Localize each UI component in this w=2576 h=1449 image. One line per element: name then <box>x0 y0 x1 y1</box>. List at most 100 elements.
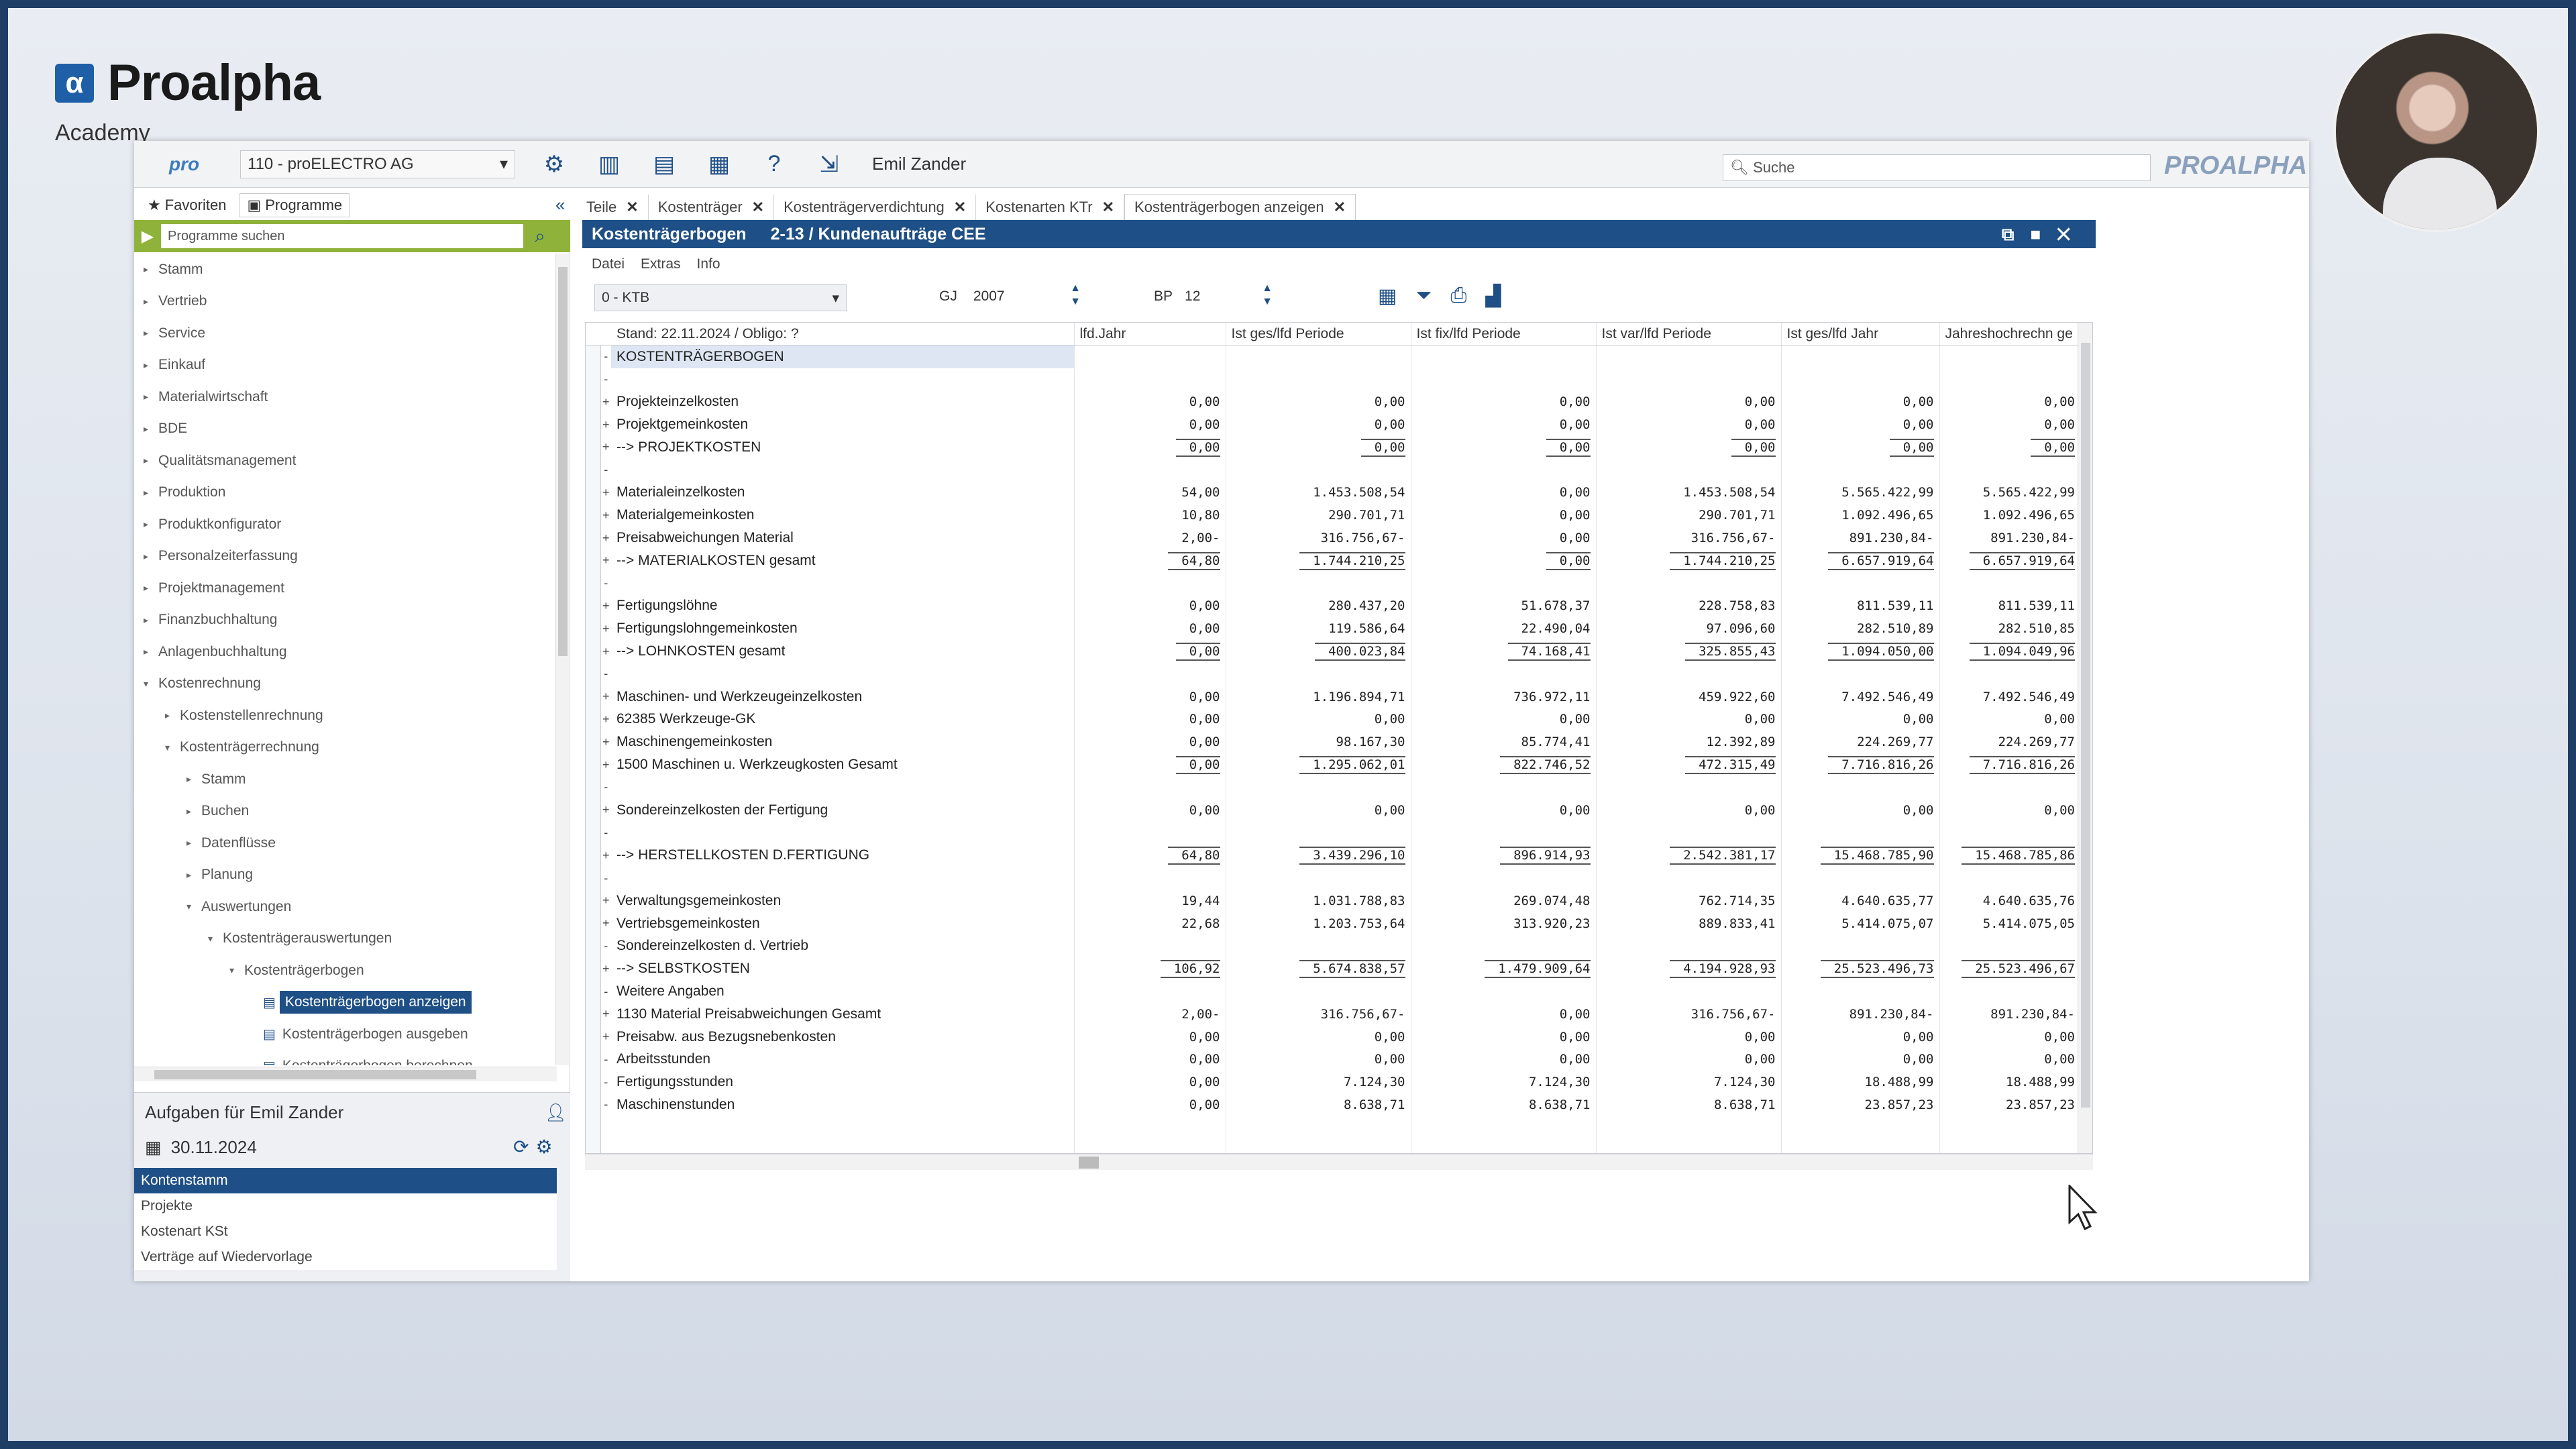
maximize-icon[interactable]: ■ <box>2030 224 2057 244</box>
table-row[interactable]: + Verwaltungsgemeinkosten 19,44 1.031.788,8… <box>586 889 2080 912</box>
tree-item[interactable]: ▾ Kostenträgerbogen <box>134 955 557 987</box>
close-icon[interactable]: ✕ <box>1102 199 1114 216</box>
table-row[interactable]: - <box>586 821 2080 845</box>
row-header[interactable] <box>586 1048 601 1071</box>
close-icon[interactable]: ✕ <box>954 199 966 216</box>
table-row[interactable]: + Fertigungslohngemeinkosten 0,00 119.586,6… <box>586 617 2080 641</box>
row-header[interactable] <box>586 708 601 731</box>
print-icon[interactable]: ⎙ <box>1450 284 1466 308</box>
table-row[interactable]: + 62385 Werkzeuge-GK 0,00 0,00 0,00 0,00 0,00… <box>586 708 2080 731</box>
tree-item[interactable]: ▸ Personalzeiterfassung <box>134 541 557 573</box>
chevron-right-icon[interactable]: ▸ <box>144 551 156 562</box>
collapse-icon[interactable]: - <box>600 459 611 482</box>
global-search-input[interactable]: 🔍︎ Suche <box>1723 154 2151 181</box>
table-row[interactable]: + Sondereinzelkosten der Fertigung 0,00 0,0… <box>586 798 2080 822</box>
row-header[interactable] <box>586 753 601 776</box>
expand-icon[interactable]: + <box>600 686 611 708</box>
restore-icon[interactable]: ⧉ <box>2002 224 2031 244</box>
chevron-right-icon[interactable]: ▸ <box>144 582 156 594</box>
chart-icon[interactable]: ▟ <box>1485 284 1501 308</box>
row-header[interactable] <box>586 980 601 1003</box>
row-header[interactable] <box>586 1002 601 1026</box>
tab-teile[interactable]: Teile ✕ <box>577 195 649 220</box>
window-layout-icon[interactable]: ▤ <box>648 148 680 180</box>
task-list-item[interactable]: Projekte <box>134 1193 557 1219</box>
chevron-right-icon[interactable]: ▸ <box>144 646 156 657</box>
panel-layout-icon[interactable]: ▥ <box>593 148 625 180</box>
row-header[interactable] <box>586 1093 601 1116</box>
collapse-icon[interactable]: - <box>600 867 611 890</box>
row-header[interactable] <box>586 481 601 504</box>
table-row[interactable]: + Preisabw. aus Bezugsnebenkosten 0,00 0,00… <box>586 1025 2080 1049</box>
arrow-down-icon[interactable]: ▼ <box>1067 295 1084 309</box>
collapse-icon[interactable]: - <box>600 368 611 391</box>
row-header[interactable] <box>586 912 601 935</box>
arrow-up-icon[interactable]: ▲ <box>1067 282 1084 295</box>
tree-horizontal-scrollbar[interactable] <box>134 1067 557 1081</box>
chevron-right-icon[interactable]: ▸ <box>186 773 199 785</box>
table-row[interactable]: + Materialgemeinkosten 10,80 290.701,71 0,00… <box>586 504 2080 527</box>
expand-icon[interactable]: + <box>600 912 611 935</box>
tree-item[interactable]: ▾ Auswertungen <box>134 891 557 923</box>
tree-item[interactable]: ▤ Kostenträgerbogen ausgeben <box>134 1018 557 1051</box>
tree-item[interactable]: ▸ Datenflüsse <box>134 827 557 859</box>
row-header[interactable] <box>586 731 601 754</box>
chevron-right-icon[interactable]: ▸ <box>144 423 156 435</box>
collapse-icon[interactable]: - <box>600 663 611 686</box>
column-header[interactable]: Jahreshochrechn ge <box>1939 323 2080 346</box>
table-row[interactable]: - Sondereinzelkosten d. Vertrieb <box>586 934 2080 958</box>
table-row[interactable]: + --> MATERIALKOSTEN gesamt 64,80 1.744.210… <box>586 549 2080 572</box>
expand-icon[interactable]: + <box>600 844 611 867</box>
bp-field[interactable]: BP 12 <box>1154 288 1200 305</box>
tree-item[interactable]: ▸ Kostenstellenrechnung <box>134 700 557 732</box>
calendar-icon[interactable]: ▦ <box>145 1137 162 1158</box>
tab-kostentraegerverdichtung[interactable]: Kostenträgerverdichtung ✕ <box>774 195 977 220</box>
tab-kostentraeger[interactable]: Kostenträger ✕ <box>649 195 775 220</box>
tree-item[interactable]: ▸ Produktion <box>134 477 557 509</box>
chevron-right-icon[interactable]: ▸ <box>144 391 156 402</box>
filter-icon[interactable]: ⏷ <box>1415 284 1432 308</box>
row-header[interactable] <box>586 1025 601 1049</box>
expand-icon[interactable]: + <box>600 1003 611 1026</box>
chevron-right-icon[interactable]: ▸ <box>144 296 156 307</box>
collapse-icon[interactable]: - <box>600 345 611 368</box>
expand-icon[interactable]: + <box>600 504 611 527</box>
row-header[interactable] <box>586 617 601 641</box>
tree-item[interactable]: ▸ Stamm <box>134 763 557 796</box>
chevron-right-icon[interactable]: ▸ <box>144 327 156 339</box>
expand-icon[interactable]: + <box>600 549 611 572</box>
row-header[interactable] <box>586 572 601 595</box>
tree-item[interactable]: ▸ Anlagenbuchhaltung <box>134 636 557 668</box>
table-row[interactable]: - <box>586 368 2080 391</box>
row-header[interactable] <box>586 1116 601 1139</box>
tree-item[interactable]: ▸ Einkauf <box>134 350 557 382</box>
row-header[interactable] <box>586 662 601 686</box>
tree-item[interactable]: ▸ Stamm <box>134 254 557 286</box>
tab-kostentraegerbogen-anzeigen[interactable]: Kostenträgerbogen anzeigen ✕ <box>1124 194 1356 220</box>
table-row[interactable]: + Vertriebsgemeinkosten 22,68 1.203.753,64 3… <box>586 912 2080 935</box>
expand-icon[interactable]: + <box>600 617 611 640</box>
column-header[interactable]: lfd.Jahr <box>1073 323 1226 346</box>
tree-item[interactable]: ▸ Buchen <box>134 796 557 828</box>
row-header[interactable] <box>586 390 601 414</box>
table-row[interactable]: - <box>586 775 2080 799</box>
chevron-right-icon[interactable]: ▸ <box>144 487 156 498</box>
chevron-right-icon[interactable]: ▸ <box>186 837 199 849</box>
collapse-icon[interactable]: - <box>600 1071 611 1093</box>
table-row[interactable]: + Preisabweichungen Material 2,00- 316.756,… <box>586 527 2080 549</box>
expand-icon[interactable]: + <box>600 708 611 731</box>
table-row[interactable]: + --> HERSTELLKOSTEN D.FERTIGUNG 64,80 3.43… <box>586 844 2080 867</box>
table-row[interactable]: - KOSTENTRÄGERBOGEN <box>586 345 2080 368</box>
row-header[interactable] <box>586 549 601 572</box>
tree-item[interactable]: ▸ Finanzbuchhaltung <box>134 604 557 637</box>
column-header[interactable]: Ist ges/lfd Periode <box>1225 323 1411 346</box>
tree-item[interactable]: ▸ BDE <box>134 413 557 445</box>
chevron-down-icon[interactable]: ▾ <box>144 678 156 690</box>
expand-icon[interactable]: + <box>600 1026 611 1049</box>
program-search-input[interactable]: Programme suchen <box>161 224 523 248</box>
table-row[interactable] <box>586 1138 2080 1153</box>
collapse-icon[interactable] <box>600 1139 611 1153</box>
info-panel-icon[interactable]: ▦ <box>703 148 735 180</box>
table-row[interactable]: + Projektgemeinkosten 0,00 0,00 0,00 0,00 0,00… <box>586 413 2080 436</box>
search-icon[interactable]: ⌕ <box>523 225 557 248</box>
